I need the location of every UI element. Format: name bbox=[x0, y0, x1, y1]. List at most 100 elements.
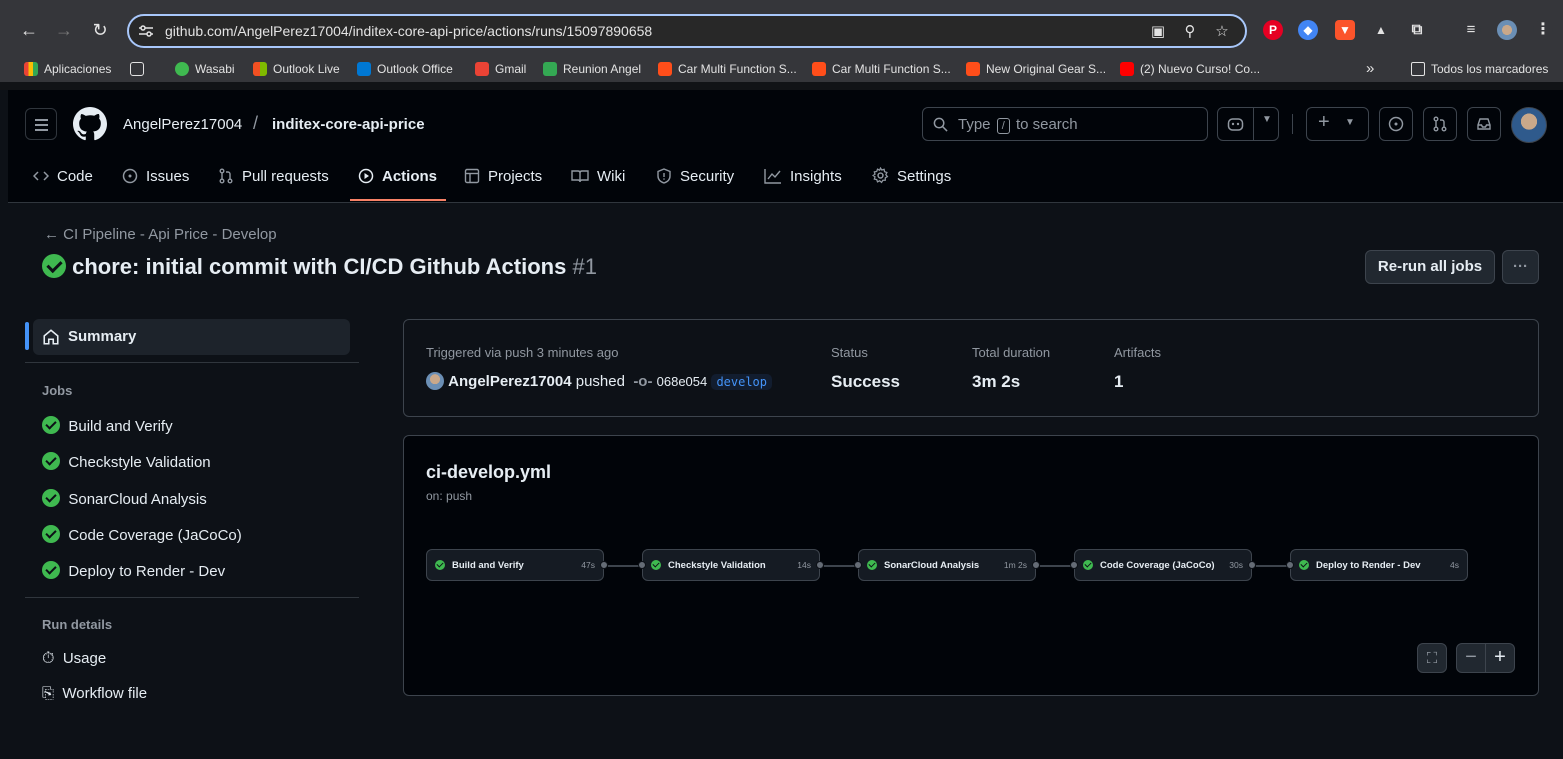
sidebar-usage[interactable]: ⏱ Usage bbox=[42, 650, 106, 668]
graph-job-coverage[interactable]: Code Coverage (JaCoCo) 30s bbox=[1074, 549, 1252, 581]
tab-code[interactable]: Code bbox=[32, 160, 93, 202]
actor-name[interactable]: AngelPerez17004 bbox=[448, 373, 571, 390]
run-title: chore: initial commit with CI/CD Github … bbox=[42, 254, 597, 280]
bookmark-outlook-live[interactable]: Outlook Live bbox=[253, 61, 340, 77]
job-label: Build and Verify bbox=[68, 418, 173, 435]
bookmark-label: Car Multi Function S... bbox=[678, 62, 797, 76]
tab-settings[interactable]: Settings bbox=[871, 160, 951, 202]
gmail-icon bbox=[475, 62, 489, 76]
sidebar-divider bbox=[25, 362, 359, 363]
pinterest-extension-icon[interactable]: P bbox=[1263, 20, 1283, 40]
user-avatar[interactable] bbox=[1511, 107, 1547, 143]
tab-projects[interactable]: Projects bbox=[464, 160, 542, 202]
more-bookmarks-button[interactable]: » bbox=[1366, 61, 1374, 77]
artifacts-value[interactable]: 1 bbox=[1114, 372, 1123, 392]
breadcrumb-separator: / bbox=[253, 113, 259, 133]
hamburger-menu-button[interactable] bbox=[25, 108, 57, 140]
media-control-icon[interactable]: ≡ bbox=[1461, 20, 1481, 40]
browser-menu-icon[interactable]: ⋮ bbox=[1533, 20, 1553, 40]
bookmark-gear[interactable]: New Original Gear S... bbox=[966, 61, 1106, 77]
reload-icon[interactable]: ↻ bbox=[88, 18, 112, 42]
tab-label: Code bbox=[57, 168, 93, 185]
more-options-button[interactable]: ··· bbox=[1502, 250, 1539, 284]
drive-extension-icon[interactable]: ◆ bbox=[1298, 20, 1318, 40]
forward-arrow-icon[interactable]: → bbox=[52, 18, 76, 42]
zoom-icon[interactable]: ⚲ bbox=[1181, 22, 1199, 40]
table-icon bbox=[464, 168, 480, 184]
bookmark-car-1[interactable]: Car Multi Function S... bbox=[658, 61, 797, 77]
extensions-puzzle-icon[interactable]: ⧉ bbox=[1407, 20, 1427, 40]
pull-requests-shortcut-button[interactable] bbox=[1423, 107, 1457, 141]
angular-extension-icon[interactable]: ▲ bbox=[1371, 20, 1391, 40]
branch-label[interactable]: develop bbox=[711, 374, 773, 390]
zoom-in-button[interactable]: + bbox=[1485, 643, 1515, 673]
all-bookmarks[interactable]: Todos los marcadores bbox=[1411, 61, 1548, 77]
sidebar-workflow-file[interactable]: ⎘ Workflow file bbox=[42, 685, 147, 702]
sidebar-job-checkstyle[interactable]: Checkstyle Validation bbox=[42, 452, 211, 471]
sidebar-job-build[interactable]: Build and Verify bbox=[42, 416, 173, 435]
tab-security[interactable]: Security bbox=[656, 160, 734, 202]
git-commit-icon: -o- bbox=[633, 373, 653, 390]
tab-wiki[interactable]: Wiki bbox=[571, 160, 625, 202]
graph-job-sonarcloud[interactable]: SonarCloud Analysis 1m 2s bbox=[858, 549, 1036, 581]
bookmark-apps[interactable]: Aplicaciones bbox=[24, 61, 111, 77]
bookmark-label: Outlook Live bbox=[273, 62, 340, 76]
sidebar-summary-label[interactable]: Summary bbox=[68, 328, 136, 345]
sidebar-job-sonarcloud[interactable]: SonarCloud Analysis bbox=[42, 489, 207, 508]
install-app-icon[interactable]: ▣ bbox=[1149, 22, 1167, 40]
bookmark-grid[interactable] bbox=[130, 61, 150, 77]
push-action: pushed bbox=[575, 373, 625, 390]
sidebar-job-deploy[interactable]: Deploy to Render - Dev bbox=[42, 561, 225, 580]
workflow-back-link[interactable]: ← CI Pipeline - Api Price - Develop bbox=[44, 226, 277, 243]
bookmark-label: (2) Nuevo Curso! Co... bbox=[1140, 62, 1261, 76]
bookmark-wasabi[interactable]: Wasabi bbox=[175, 61, 235, 77]
active-item-indicator bbox=[25, 322, 29, 350]
graph-job-build[interactable]: Build and Verify 47s bbox=[426, 549, 604, 581]
workflow-file-name[interactable]: ci-develop.yml bbox=[426, 462, 551, 483]
issues-shortcut-button[interactable] bbox=[1379, 107, 1413, 141]
copilot-button[interactable]: ▼ bbox=[1217, 107, 1279, 141]
brave-extension-icon[interactable]: ▼ bbox=[1335, 20, 1355, 40]
run-details-heading: Run details bbox=[42, 617, 113, 632]
bookmark-label: Gmail bbox=[495, 62, 527, 76]
aliexpress-icon bbox=[658, 62, 672, 76]
job-name: Checkstyle Validation bbox=[668, 560, 766, 571]
commit-sha[interactable]: 068e054 bbox=[657, 374, 708, 389]
bookmark-outlook-office[interactable]: Outlook Office bbox=[357, 61, 453, 77]
sidebar-job-coverage[interactable]: Code Coverage (JaCoCo) bbox=[42, 525, 242, 544]
bookmark-youtube[interactable]: (2) Nuevo Curso! Co... bbox=[1120, 61, 1260, 77]
address-bar[interactable]: github.com/AngelPerez17004/inditex-core-… bbox=[127, 14, 1247, 48]
back-arrow-icon[interactable]: ← bbox=[17, 18, 41, 42]
fullscreen-icon: ⛶ bbox=[1426, 650, 1438, 667]
create-new-button[interactable]: + ▼ bbox=[1306, 107, 1369, 141]
bookmark-reunion[interactable]: Reunion Angel bbox=[543, 61, 641, 77]
site-settings-icon[interactable] bbox=[138, 23, 154, 39]
breadcrumb-owner[interactable]: AngelPerez17004 bbox=[123, 116, 242, 133]
graph-job-deploy[interactable]: Deploy to Render - Dev 4s bbox=[1290, 549, 1468, 581]
tab-issues[interactable]: Issues bbox=[122, 160, 189, 202]
tab-insights[interactable]: Insights bbox=[764, 160, 842, 202]
tab-pull-requests[interactable]: Pull requests bbox=[218, 160, 329, 202]
tab-label: Issues bbox=[146, 168, 190, 185]
actor-avatar bbox=[426, 372, 444, 390]
breadcrumb-repo[interactable]: inditex-core-api-price bbox=[272, 116, 425, 133]
github-logo-icon[interactable] bbox=[73, 107, 107, 141]
tab-label: Security bbox=[680, 168, 735, 185]
zoom-out-button[interactable]: − bbox=[1456, 643, 1486, 673]
job-connector bbox=[1256, 565, 1290, 567]
apps-grid-icon bbox=[24, 62, 38, 76]
fullscreen-button[interactable]: ⛶ bbox=[1417, 643, 1447, 673]
rerun-all-jobs-button[interactable]: Re-run all jobs bbox=[1365, 250, 1495, 284]
graph-job-checkstyle[interactable]: Checkstyle Validation 14s bbox=[642, 549, 820, 581]
inbox-button[interactable] bbox=[1467, 107, 1501, 141]
issue-circle-icon bbox=[122, 168, 138, 184]
connector-dot bbox=[638, 561, 646, 569]
bookmark-star-icon[interactable]: ☆ bbox=[1213, 22, 1231, 40]
bookmark-car-2[interactable]: Car Multi Function S... bbox=[812, 61, 951, 77]
connector-dot bbox=[1248, 561, 1256, 569]
search-input[interactable]: Type / to search bbox=[922, 107, 1208, 141]
bookmark-label: Reunion Angel bbox=[563, 62, 642, 76]
bookmark-gmail[interactable]: Gmail bbox=[475, 61, 526, 77]
profile-avatar-icon[interactable] bbox=[1497, 20, 1517, 40]
tab-actions[interactable]: Actions bbox=[358, 160, 437, 202]
